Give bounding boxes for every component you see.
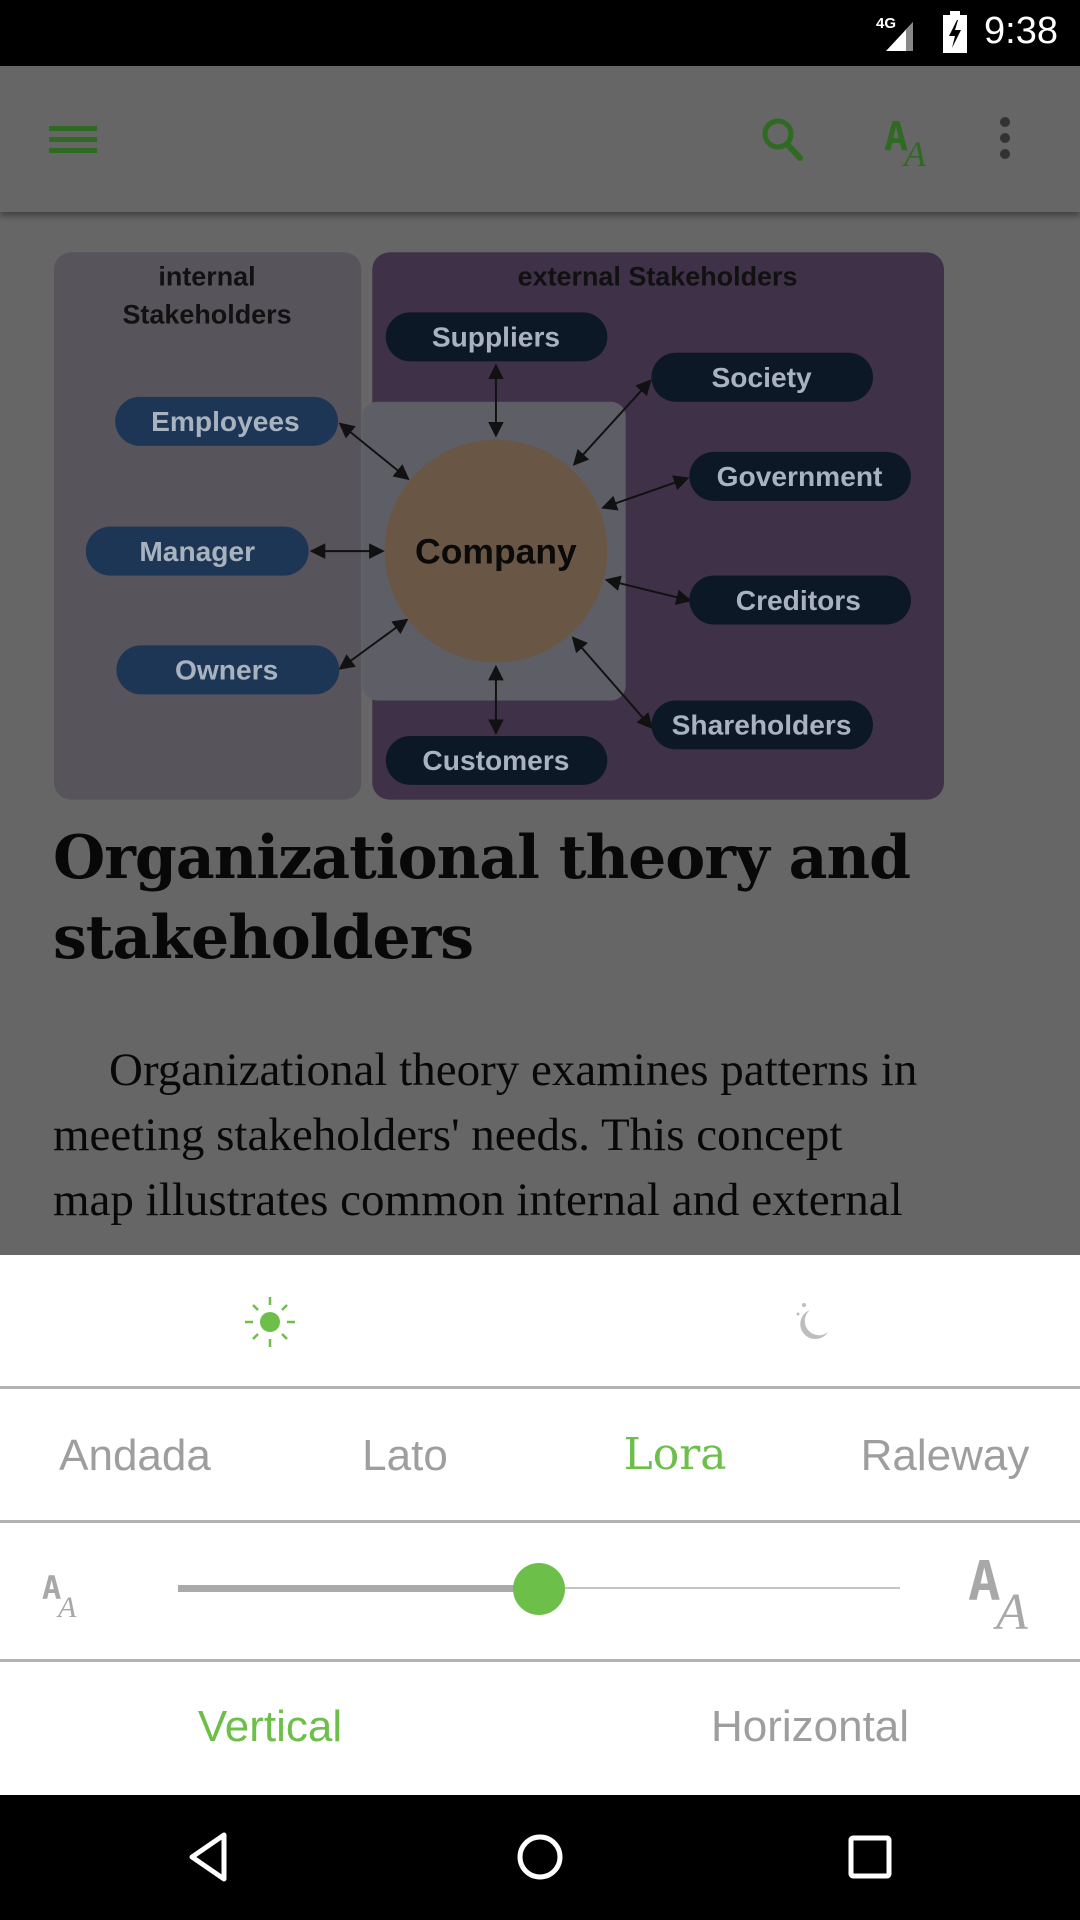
battery-charging-icon — [943, 11, 967, 53]
font-option-lato[interactable]: Lato — [270, 1431, 540, 1481]
svg-text:A: A — [993, 1584, 1028, 1635]
svg-text:A: A — [56, 1591, 77, 1621]
internal-title-2: Stakeholders — [122, 299, 291, 329]
article-title: Organizational theory and stakeholders — [53, 818, 1053, 978]
node-employees: Employees — [151, 406, 300, 437]
title-line: stakeholders — [53, 903, 474, 973]
sun-icon[interactable] — [240, 1292, 300, 1352]
article-body: Organizational theory examines patterns … — [53, 1038, 1063, 1233]
signal-icon: 4G — [876, 15, 913, 51]
text-size-slider[interactable] — [178, 1563, 900, 1615]
node-government: Government — [717, 461, 883, 492]
external-title: external Stakeholders — [518, 261, 798, 291]
more-options-icon[interactable] — [973, 106, 1037, 170]
font-settings-icon[interactable]: A A — [878, 106, 942, 170]
stakeholder-diagram: internal Stakeholders external Stakehold… — [54, 252, 944, 800]
internal-title: internal — [158, 261, 255, 291]
recents-icon[interactable] — [840, 1827, 900, 1887]
body-line: meeting stakeholders' needs. This concep… — [53, 1109, 843, 1161]
search-icon[interactable] — [752, 106, 816, 170]
orientation-horizontal[interactable]: Horizontal — [540, 1702, 1080, 1752]
font-option-lora[interactable]: Lora — [540, 1429, 810, 1480]
divider — [0, 1659, 1080, 1662]
navigation-bar — [0, 1795, 1080, 1920]
node-owners: Owners — [175, 655, 278, 686]
divider — [0, 1386, 1080, 1389]
toolbar: A A — [0, 66, 1080, 212]
node-shareholders: Shareholders — [672, 710, 852, 741]
node-creditors: Creditors — [736, 585, 861, 616]
node-customers: Customers — [422, 745, 569, 776]
title-line: Organizational theory and — [53, 823, 911, 893]
status-bar: 4G 9:38 — [0, 0, 1080, 66]
body-line: map illustrates common internal and exte… — [53, 1174, 903, 1226]
slider-track-filled — [178, 1585, 539, 1592]
menu-icon[interactable] — [41, 106, 105, 170]
divider — [0, 1520, 1080, 1523]
text-size-small-icon[interactable]: A A — [40, 1565, 96, 1621]
text-size-large-icon[interactable]: A A — [966, 1545, 1056, 1635]
back-icon[interactable] — [180, 1827, 240, 1887]
internal-panel — [54, 252, 362, 800]
node-society: Society — [712, 362, 812, 393]
home-icon[interactable] — [510, 1827, 570, 1887]
body-line: Organizational theory examines patterns … — [109, 1044, 918, 1096]
slider-track — [539, 1587, 900, 1589]
svg-text:A: A — [902, 134, 927, 170]
font-option-andada[interactable]: Andada — [0, 1431, 270, 1481]
node-manager: Manager — [139, 536, 255, 567]
slider-thumb[interactable] — [513, 1563, 565, 1615]
reading-settings-panel: Andada Lato Lora Raleway A A A A Vertica… — [0, 1255, 1080, 1795]
font-option-raleway[interactable]: Raleway — [810, 1431, 1080, 1481]
clock: 9:38 — [984, 10, 1058, 52]
company-label: Company — [415, 531, 577, 571]
network-type: 4G — [876, 15, 896, 32]
orientation-vertical[interactable]: Vertical — [0, 1702, 540, 1752]
node-suppliers: Suppliers — [432, 322, 560, 353]
moon-icon[interactable] — [780, 1292, 840, 1352]
